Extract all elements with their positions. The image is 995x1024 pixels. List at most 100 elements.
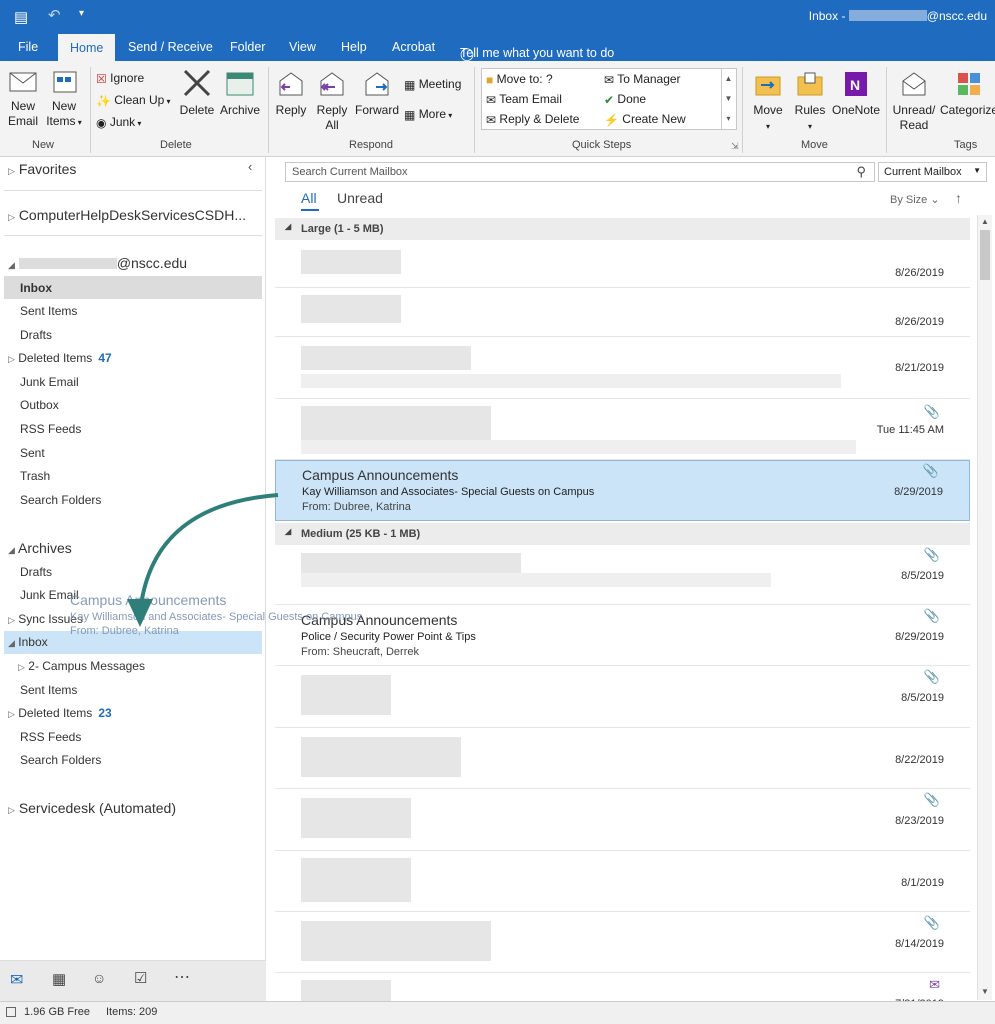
tab-folder[interactable]: Folder bbox=[230, 40, 265, 54]
message-date: Tue 11:45 AM bbox=[876, 424, 944, 436]
reply-all-button[interactable]: Reply All bbox=[313, 69, 351, 133]
quick-step-team-email[interactable]: ✉ Team Email bbox=[486, 92, 562, 107]
quick-step-move-to[interactable]: ■ Move to: ? bbox=[486, 72, 553, 87]
tab-send-receive[interactable]: Send / Receive bbox=[128, 40, 213, 54]
meeting-button[interactable]: ▦ Meeting bbox=[404, 77, 461, 92]
group-header-medium[interactable]: ◢ Medium (25 KB - 1 MB) bbox=[275, 523, 970, 545]
tab-acrobat[interactable]: Acrobat bbox=[392, 40, 435, 54]
group-divider bbox=[268, 67, 269, 153]
shared-mailbox-header[interactable]: ▷ ComputerHelpDeskServicesCSDH... bbox=[8, 207, 246, 223]
onenote-button[interactable]: N OneNote bbox=[830, 69, 882, 118]
tasks-icon[interactable]: ☑ bbox=[134, 969, 147, 987]
archives-header[interactable]: ◢ Archives bbox=[8, 540, 72, 556]
collapse-icon: ◢ bbox=[8, 260, 15, 270]
message-item[interactable]: 8/26/2019 bbox=[275, 289, 970, 337]
chevron-down-icon: ▼ bbox=[973, 166, 981, 175]
folder-outbox[interactable]: Outbox bbox=[20, 398, 59, 412]
save-icon[interactable]: ▤ bbox=[14, 8, 28, 26]
redacted-content bbox=[301, 980, 391, 1001]
folder-deleted-items[interactable]: ▷ Deleted Items 47 bbox=[8, 351, 112, 365]
account-header[interactable]: ◢ @nscc.edu bbox=[8, 255, 187, 271]
more-respond-button[interactable]: ▦ More ▾ bbox=[404, 107, 452, 122]
tab-file[interactable]: File bbox=[18, 40, 38, 54]
scroll-down-icon[interactable]: ▼ bbox=[981, 987, 989, 996]
folder-sent[interactable]: Sent bbox=[20, 446, 45, 460]
sort-by-dropdown[interactable]: By Size ⌄ bbox=[890, 193, 940, 206]
scroll-up-icon[interactable]: ▲ bbox=[981, 217, 989, 226]
message-item-selected[interactable]: Campus Announcements Kay Williamson and … bbox=[275, 460, 970, 521]
message-list-scrollbar[interactable]: ▲ ▼ bbox=[977, 215, 992, 1000]
message-item[interactable]: 8/21/2019 bbox=[275, 338, 970, 399]
message-item[interactable]: 📎 8/14/2019 bbox=[275, 913, 970, 973]
clean-up-button[interactable]: ✨ Clean Up ▾ bbox=[96, 93, 171, 108]
quick-step-to-manager[interactable]: ✉ To Manager bbox=[604, 72, 681, 87]
quick-steps-scroll[interactable]: ▲ ▼ ▾ bbox=[721, 69, 735, 129]
folder-drafts[interactable]: Drafts bbox=[20, 328, 52, 342]
search-icon[interactable]: ⚲ bbox=[856, 164, 866, 180]
reply-button[interactable]: Reply bbox=[274, 69, 308, 118]
junk-button[interactable]: ◉ Junk ▾ bbox=[96, 115, 141, 130]
message-item[interactable]: ✉ 7/31/2019 bbox=[275, 974, 970, 1010]
folder-junk-email[interactable]: Junk Email bbox=[20, 375, 79, 389]
tab-view[interactable]: View bbox=[289, 40, 316, 54]
module-switcher: ✉ ▦ ☺ ☑ ⋯ bbox=[0, 960, 266, 1001]
archive-folder-deleted-items[interactable]: ▷ Deleted Items 23 bbox=[8, 706, 112, 720]
servicedesk-header[interactable]: ▷ Servicedesk (Automated) bbox=[8, 800, 176, 816]
archive-folder-search-folders[interactable]: Search Folders bbox=[20, 753, 101, 767]
folder-search-folders[interactable]: Search Folders bbox=[20, 493, 101, 507]
favorites-header[interactable]: ▷ Favorites bbox=[8, 161, 76, 177]
collapse-icon: ◢ bbox=[285, 527, 292, 536]
people-icon[interactable]: ☺ bbox=[92, 970, 106, 986]
archive-folder-inbox[interactable]: ◢ Inbox bbox=[8, 635, 48, 649]
message-item[interactable]: 📎 8/5/2019 bbox=[275, 667, 970, 728]
filter-all[interactable]: All bbox=[301, 190, 317, 206]
folder-trash[interactable]: Trash bbox=[20, 469, 50, 483]
tab-home[interactable]: Home bbox=[58, 34, 116, 61]
archive-folder-drafts[interactable]: Drafts bbox=[20, 565, 52, 579]
group-label-respond: Respond bbox=[349, 139, 394, 151]
folder-sent-items[interactable]: Sent Items bbox=[20, 304, 77, 318]
folder-inbox[interactable]: Inbox bbox=[20, 281, 52, 295]
archive-folder-sent-items[interactable]: Sent Items bbox=[20, 683, 77, 697]
unread-read-button[interactable]: Unread/Read bbox=[890, 69, 938, 133]
calendar-icon: ▦ bbox=[404, 77, 416, 92]
ignore-button[interactable]: ☒ Ignore bbox=[96, 71, 144, 86]
attachment-icon: 📎 bbox=[922, 463, 939, 478]
calendar-icon[interactable]: ▦ bbox=[52, 970, 66, 988]
message-item[interactable]: 8/26/2019 bbox=[275, 240, 970, 288]
collapse-icon: ◢ bbox=[8, 545, 15, 555]
active-filter-underline bbox=[301, 209, 319, 211]
quick-step-create-new[interactable]: ⚡ Create New bbox=[604, 112, 686, 127]
new-items-button[interactable]: New Items ▾ bbox=[44, 69, 84, 130]
message-item[interactable]: 8/22/2019 bbox=[275, 729, 970, 789]
collapse-pane-icon[interactable]: ‹ bbox=[248, 159, 252, 174]
message-item[interactable]: 8/1/2019 bbox=[275, 852, 970, 912]
tab-help[interactable]: Help bbox=[341, 40, 367, 54]
rules-button[interactable]: Rules ▾ bbox=[791, 69, 829, 134]
quick-step-reply-delete[interactable]: ✉ Reply & Delete bbox=[486, 112, 579, 127]
message-from: From: Dubree, Katrina bbox=[302, 501, 411, 513]
folder-rss-feeds[interactable]: RSS Feeds bbox=[20, 422, 81, 436]
archive-folder-rss-feeds[interactable]: RSS Feeds bbox=[20, 730, 81, 744]
message-item[interactable]: 📎 8/23/2019 bbox=[275, 790, 970, 851]
message-item[interactable]: 📎 Tue 11:45 AM bbox=[275, 400, 970, 460]
quick-step-done[interactable]: ✔ Done bbox=[604, 92, 646, 107]
more-apps-icon[interactable]: ⋯ bbox=[174, 967, 190, 987]
new-email-button[interactable]: New Email bbox=[6, 69, 40, 129]
move-folder-icon bbox=[755, 76, 781, 96]
filter-unread[interactable]: Unread bbox=[337, 190, 383, 206]
quick-access-dropdown-icon[interactable]: ▾ bbox=[79, 8, 84, 19]
group-header-large[interactable]: ◢ Large (1 - 5 MB) bbox=[275, 218, 970, 240]
categorize-button[interactable]: Categorize bbox=[938, 69, 995, 118]
delete-button[interactable]: Delete bbox=[178, 67, 216, 118]
search-input[interactable]: Search Current Mailbox ⚲ bbox=[285, 162, 875, 182]
search-scope-dropdown[interactable]: Current Mailbox ▼ bbox=[878, 162, 987, 182]
forward-button[interactable]: Forward bbox=[354, 69, 400, 118]
scroll-thumb[interactable] bbox=[980, 230, 990, 280]
undo-icon[interactable]: ↶ bbox=[48, 6, 61, 24]
dialog-launcher-icon[interactable]: ⇲ bbox=[731, 141, 739, 152]
move-button[interactable]: Move ▾ bbox=[748, 69, 788, 134]
sort-direction-icon[interactable]: ↑ bbox=[955, 190, 962, 206]
mail-icon[interactable]: ✉ bbox=[10, 970, 23, 990]
archive-button[interactable]: Archive bbox=[219, 67, 261, 118]
